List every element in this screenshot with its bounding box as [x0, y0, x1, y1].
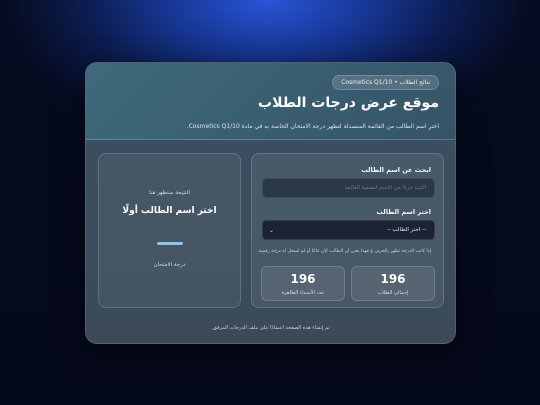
result-caption: درجة الامتحان — [153, 262, 186, 268]
select-value: -- اختر الطالب -- — [386, 227, 426, 233]
total-students-stat: 196 إجمالي الطلاب — [351, 266, 435, 301]
search-label: ابحث عن اسم الطالب — [361, 166, 431, 174]
page-subtitle: اختر اسم الطالب من القائمة المنسدلة لتظه… — [186, 123, 439, 130]
select-label: اختر اسم الطالب — [376, 208, 431, 216]
shown-names-stat: 196 عدد الأسماء الظاهرة — [261, 266, 345, 301]
result-hint: النتيجة ستظهر هنا — [149, 190, 190, 196]
shown-names-label: عدد الأسماء الظاهرة — [281, 290, 325, 296]
chevron-down-icon: ⌄ — [269, 227, 275, 234]
card-header: نتائج الطلاب • Cosmetics Q1/10 موقع عرض … — [86, 63, 455, 140]
shown-names-value: 196 — [290, 272, 316, 286]
result-accent-bar — [157, 242, 183, 245]
footer-note: تم إنشاء هذه الصفحة اعتمادًا على ملف الد… — [211, 325, 330, 331]
page-title: موقع عرض درجات الطلاب — [258, 95, 439, 111]
total-students-label: إجمالي الطلاب — [377, 290, 409, 296]
result-message: اختر اسم الطالب أولًا — [122, 206, 217, 216]
controls-panel: ابحث عن اسم الطالب اختر اسم الطالب -- اخ… — [251, 153, 444, 308]
subject-badge: نتائج الطلاب • Cosmetics Q1/10 — [332, 75, 439, 90]
result-panel: النتيجة ستظهر هنا اختر اسم الطالب أولًا … — [98, 153, 241, 308]
search-input[interactable] — [262, 178, 435, 198]
main-card: نتائج الطلاب • Cosmetics Q1/10 موقع عرض … — [85, 62, 456, 344]
student-select[interactable]: -- اختر الطالب -- ⌄ — [262, 220, 435, 240]
absence-note: إذا كانت الدرجة تظهر بالحرف غ فهذا يعني … — [257, 249, 431, 254]
total-students-value: 196 — [380, 272, 406, 286]
